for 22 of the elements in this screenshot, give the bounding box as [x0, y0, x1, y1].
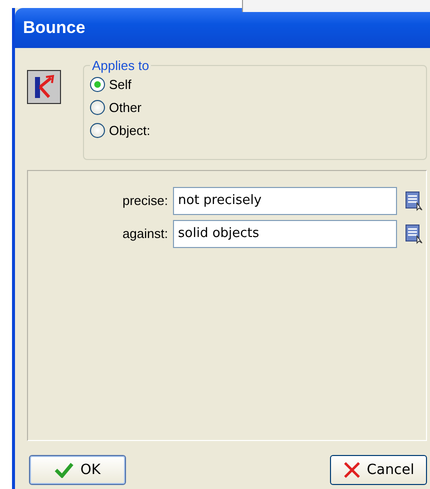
- radio-button[interactable]: [90, 77, 105, 92]
- radio-label: Object:: [109, 123, 150, 138]
- list-menu-icon[interactable]: [405, 190, 423, 210]
- radio-button[interactable]: [90, 123, 105, 138]
- radio-label: Other: [109, 100, 142, 115]
- radio-option[interactable]: Object:: [90, 119, 416, 142]
- radio-option[interactable]: Self: [90, 73, 416, 96]
- argument-label: against:: [121, 226, 169, 241]
- list-menu-icon[interactable]: [405, 224, 423, 244]
- window-title: Bounce: [23, 18, 86, 38]
- ok-button[interactable]: OK: [29, 455, 126, 485]
- radio-button[interactable]: [90, 100, 105, 115]
- radio-label: Self: [109, 77, 132, 92]
- argument-label: precise:: [121, 193, 169, 208]
- checkmark-icon: [54, 462, 74, 478]
- bounce-action-icon: [27, 70, 61, 104]
- radio-option[interactable]: Other: [90, 96, 416, 119]
- cancel-button[interactable]: Cancel: [330, 455, 427, 485]
- cross-icon: [342, 462, 361, 478]
- input-field[interactable]: not precisely: [173, 186, 397, 214]
- input-field[interactable]: solid objects: [173, 220, 397, 248]
- group-label: Applies to: [91, 58, 150, 73]
